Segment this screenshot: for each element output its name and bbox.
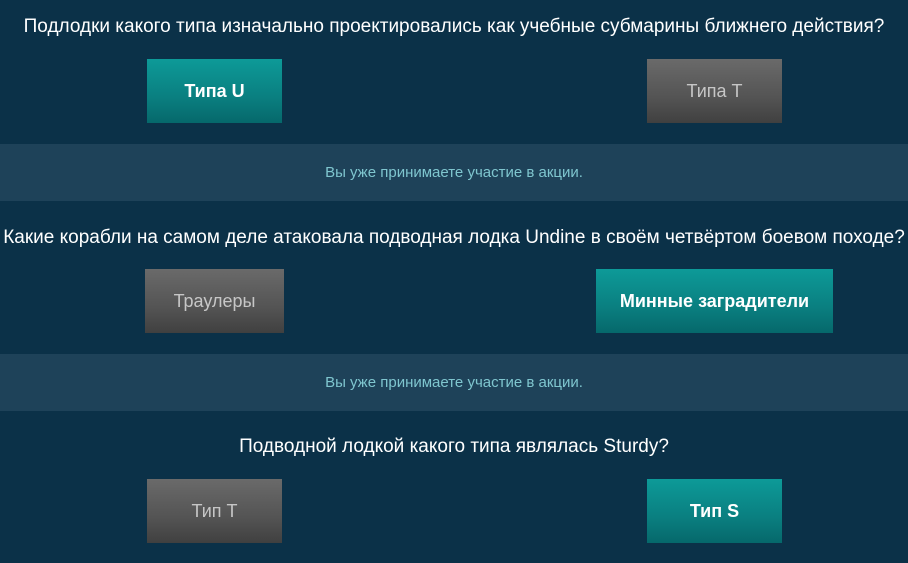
answer-button-type-t[interactable]: Типа T — [647, 59, 782, 123]
answer-button-tip-t[interactable]: Тип T — [147, 479, 282, 543]
answer-button-minelayers[interactable]: Минные заградители — [596, 269, 833, 333]
question-3-text: Подводной лодкой какого типа являлась St… — [239, 436, 669, 457]
question-2-text: Какие корабли на самом деле атаковала по… — [3, 227, 905, 248]
answer-button-type-u[interactable]: Типа U — [147, 59, 282, 123]
answer-button-trawlers[interactable]: Траулеры — [145, 269, 284, 333]
answer-button-tip-s[interactable]: Тип S — [647, 479, 782, 543]
participation-notice-1: Вы уже принимаете участие в акции. — [0, 144, 908, 201]
question-1-text: Подлодки какого типа изначально проектир… — [23, 16, 885, 37]
participation-notice-2: Вы уже принимаете участие в акции. — [0, 354, 908, 411]
